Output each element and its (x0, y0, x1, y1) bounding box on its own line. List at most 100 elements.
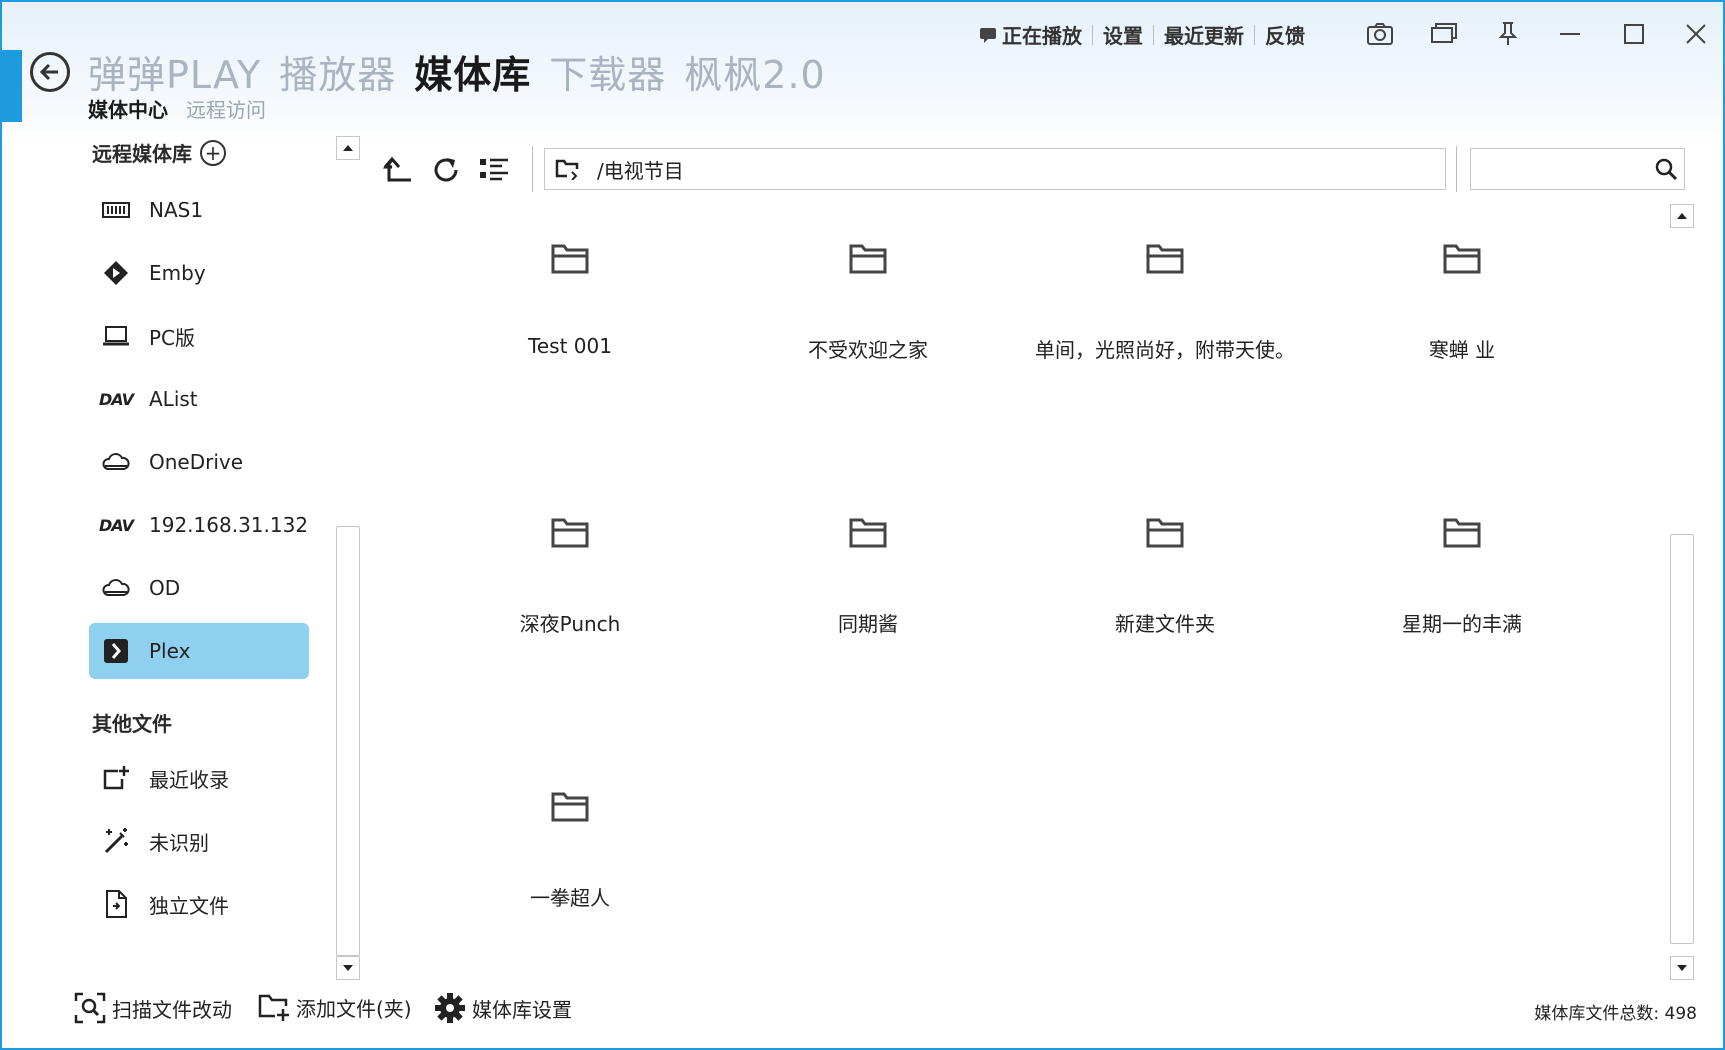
add-remote-button[interactable]: + (200, 139, 226, 166)
sidebar-item-label: AList (149, 387, 198, 411)
sidebar-item-label: 独立文件 (149, 893, 229, 918)
current-path: /电视节目 (597, 158, 684, 183)
window-restore-icon (1431, 23, 1457, 43)
tab-dandanplay[interactable]: 弹弹PLAY (88, 44, 261, 99)
folder-item[interactable]: 新建文件夹 (1025, 508, 1305, 688)
sidebar-item-onedrive[interactable]: OneDrive (89, 434, 309, 490)
nas-icon (101, 195, 131, 225)
sidebar-item-nas1[interactable]: NAS1 (89, 182, 309, 238)
maximize-button[interactable] (1612, 16, 1656, 52)
recent-updates-label: 最近更新 (1164, 24, 1244, 48)
search-button[interactable] (1654, 157, 1678, 185)
refresh-button[interactable] (426, 150, 466, 190)
content-scrollbar-thumb[interactable] (1670, 534, 1694, 944)
folder-label: 一拳超人 (530, 886, 610, 910)
search-icon (1655, 158, 1678, 181)
library-settings-button[interactable]: 媒体库设置 (434, 992, 572, 1024)
folder-icon (848, 516, 888, 556)
app-window: 正在播放 设置 最近更新 反馈 弹弹PLAY 播放器 媒体库 下载器 枫枫2.0… (0, 0, 1725, 1050)
screenshot-button[interactable] (1358, 16, 1402, 52)
folder-item[interactable]: 寒蝉 业 (1322, 234, 1602, 414)
sidebar-item-standalone[interactable]: 独立文件 (89, 876, 309, 932)
level-up-icon (383, 156, 411, 182)
sidebar-item-pc[interactable]: PC版 (89, 308, 309, 364)
sidebar-item-od[interactable]: OD (89, 560, 309, 616)
path-bar[interactable]: /电视节目 (544, 148, 1446, 190)
settings-label: 设置 (1103, 24, 1143, 48)
recent-updates-link[interactable]: 最近更新 (1164, 20, 1244, 49)
folder-item[interactable]: Test 001 (430, 234, 710, 414)
remote-library-title: 远程媒体库 (92, 142, 192, 166)
folder-item[interactable]: 单间，光照尚好，附带天使。 (1025, 234, 1305, 414)
content-scroll-down-button[interactable] (1670, 956, 1694, 980)
sidebar-item-label: NAS1 (149, 198, 204, 222)
scan-icon (74, 992, 106, 1024)
arrow-up-icon (1677, 213, 1687, 219)
mini-mode-button[interactable] (1422, 16, 1466, 52)
sidebar-item-unrecognized[interactable]: 未识别 (89, 813, 309, 869)
cloud-icon (101, 573, 131, 603)
toolbar-divider (1456, 146, 1457, 192)
search-input[interactable] (1479, 149, 1649, 187)
folder-item[interactable]: 不受欢迎之家 (728, 234, 1008, 414)
folder-item[interactable]: 一拳超人 (430, 782, 710, 962)
tab-downloader[interactable]: 下载器 (549, 44, 666, 99)
sidebar-item-label: 最近收录 (149, 767, 229, 792)
minimize-button[interactable] (1548, 16, 1592, 52)
sidebar-item-alist[interactable]: DAV AList (89, 371, 309, 427)
subtab-remote-access[interactable]: 远程访问 (186, 94, 266, 123)
folder-item[interactable]: 深夜Punch (430, 508, 710, 688)
tab-player[interactable]: 播放器 (279, 44, 396, 99)
maximize-icon (1624, 24, 1644, 44)
camera-icon (1367, 23, 1393, 45)
view-mode-button[interactable] (474, 150, 514, 190)
folder-label: 同期酱 (838, 612, 898, 636)
laptop-icon (101, 321, 131, 351)
minimize-icon (1560, 33, 1580, 35)
sidebar-item-label: PC版 (149, 325, 196, 350)
library-settings-label: 媒体库设置 (472, 997, 572, 1022)
scan-changes-label: 扫描文件改动 (112, 997, 232, 1022)
folder-label: Test 001 (528, 334, 612, 358)
settings-link[interactable]: 设置 (1103, 20, 1143, 49)
scan-changes-button[interactable]: 扫描文件改动 (74, 992, 232, 1024)
parent-folder-button[interactable] (378, 150, 418, 190)
sidebar-item-plex[interactable]: Plex (89, 623, 309, 679)
folder-item[interactable]: 同期酱 (728, 508, 1008, 688)
dav-icon: DAV (99, 515, 134, 535)
sidebar-scrollbar-thumb[interactable] (336, 526, 360, 956)
sidebar-item-recent[interactable]: 最近收录 (89, 750, 309, 806)
pin-button[interactable] (1486, 16, 1530, 52)
refresh-icon (434, 158, 458, 182)
folder-icon (1145, 516, 1185, 556)
sidebar-scroll-down-button[interactable] (336, 956, 360, 980)
recent-add-icon (101, 763, 131, 793)
tab-fengfeng[interactable]: 枫枫2.0 (684, 44, 825, 99)
feedback-link[interactable]: 反馈 (1265, 20, 1305, 49)
cloud-icon (101, 447, 131, 477)
content-scroll-up-button[interactable] (1670, 204, 1694, 228)
now-playing-button[interactable]: 正在播放 (978, 20, 1082, 49)
toolbar-divider (532, 146, 533, 192)
magic-wand-icon (101, 826, 131, 856)
close-icon (1686, 24, 1706, 44)
sidebar-item-label: OneDrive (149, 450, 244, 474)
other-files-title: 其他文件 (92, 712, 172, 736)
close-button[interactable] (1674, 16, 1718, 52)
add-files-button[interactable]: 添加文件(夹) (258, 992, 412, 1022)
sidebar-item-192-168-31-132[interactable]: DAV 192.168.31.132 (89, 497, 309, 553)
file-icon (101, 889, 131, 919)
gear-icon (435, 993, 465, 1023)
sidebar-item-emby[interactable]: Emby (89, 245, 309, 301)
library-file-count: 媒体库文件总数: 498 (1534, 1004, 1697, 1024)
emby-icon (101, 258, 131, 288)
sidebar-scroll-up-button[interactable] (336, 136, 360, 160)
top-menu: 正在播放 设置 最近更新 反馈 (978, 20, 1305, 49)
tab-media-library[interactable]: 媒体库 (414, 44, 531, 99)
dav-icon: DAV (99, 389, 134, 409)
pin-icon (1498, 22, 1518, 45)
subtab-media-center[interactable]: 媒体中心 (88, 94, 168, 123)
folder-item[interactable]: 星期一的丰满 (1322, 508, 1602, 688)
back-button[interactable] (30, 52, 70, 92)
title-tabs: 弹弹PLAY 播放器 媒体库 下载器 枫枫2.0 (88, 44, 826, 99)
